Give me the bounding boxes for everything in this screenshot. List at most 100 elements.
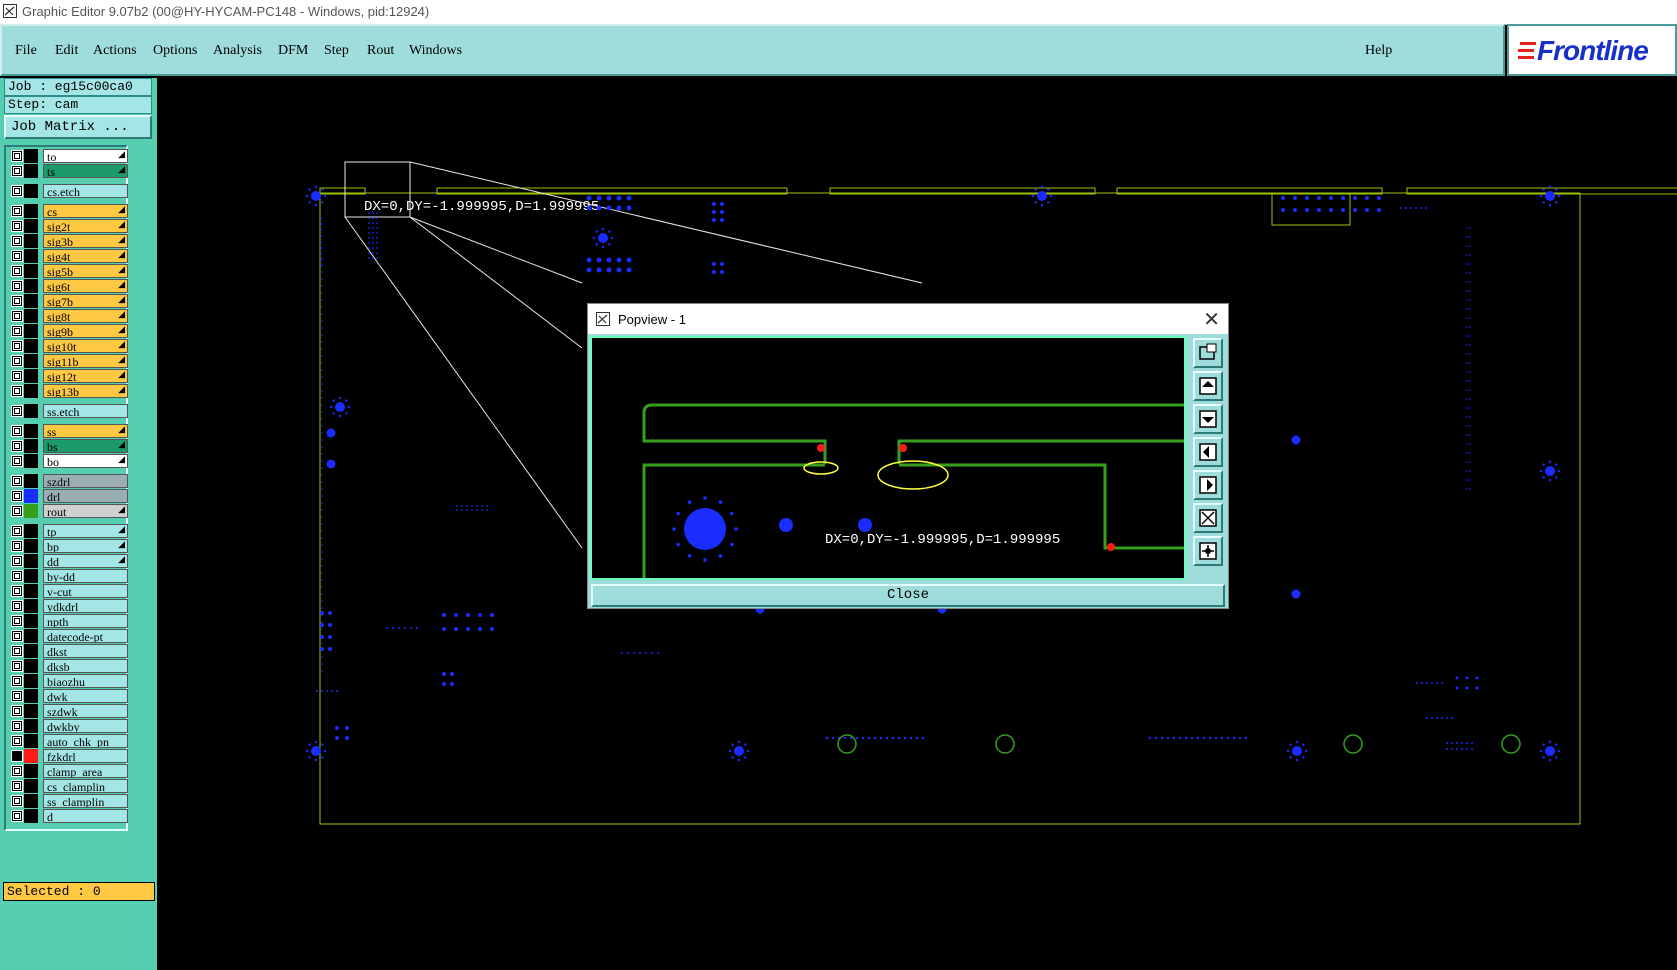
- layer-name[interactable]: dwkby: [43, 719, 128, 733]
- job-matrix-button[interactable]: Job Matrix ...: [4, 115, 152, 139]
- layer-row[interactable]: bp ◢: [6, 539, 128, 553]
- layer-color-swatch[interactable]: [24, 489, 38, 503]
- layer-color-swatch[interactable]: [24, 614, 38, 628]
- layer-name[interactable]: npth: [43, 614, 128, 628]
- layer-color-swatch[interactable]: [24, 354, 38, 368]
- layer-color-swatch[interactable]: [24, 809, 38, 823]
- menu-dfm[interactable]: DFM: [278, 43, 308, 59]
- zoom-box-button[interactable]: [1193, 338, 1223, 368]
- layer-name[interactable]: cs.etch: [43, 184, 128, 198]
- layer-checkbox[interactable]: [12, 356, 22, 366]
- pan-right-button[interactable]: [1193, 470, 1223, 500]
- layer-name[interactable]: rout: [43, 504, 128, 518]
- layer-color-swatch[interactable]: [24, 674, 38, 688]
- layer-name[interactable]: biaozhu: [43, 674, 128, 688]
- layer-color-swatch[interactable]: [24, 659, 38, 673]
- layer-checkbox[interactable]: [12, 526, 22, 536]
- layer-name[interactable]: sig10t: [43, 339, 128, 353]
- layer-name[interactable]: cs: [43, 204, 128, 218]
- layer-color-swatch[interactable]: [24, 309, 38, 323]
- layer-name[interactable]: sig8t: [43, 309, 128, 323]
- layer-name[interactable]: v-cut: [43, 584, 128, 598]
- layer-color-swatch[interactable]: [24, 629, 38, 643]
- layer-checkbox[interactable]: [12, 296, 22, 306]
- layer-row[interactable]: cs_clamplin: [6, 779, 128, 793]
- layer-row[interactable]: dd ◢: [6, 554, 128, 568]
- layer-name[interactable]: fzkdrl: [43, 749, 128, 763]
- layer-checkbox[interactable]: [12, 736, 22, 746]
- layer-checkbox[interactable]: [12, 796, 22, 806]
- layer-row[interactable]: bo ◢: [6, 454, 128, 468]
- close-button[interactable]: Close: [591, 584, 1225, 607]
- layer-name[interactable]: bs: [43, 439, 128, 453]
- layer-name[interactable]: sig13b: [43, 384, 128, 398]
- layer-checkbox[interactable]: [12, 751, 22, 761]
- layer-name[interactable]: ss_clamplin: [43, 794, 128, 808]
- layer-checkbox[interactable]: [12, 386, 22, 396]
- layer-color-swatch[interactable]: [24, 324, 38, 338]
- layer-row[interactable]: sig10t ◢: [6, 339, 128, 353]
- pan-left-button[interactable]: [1193, 437, 1223, 467]
- menu-rout[interactable]: Rout: [367, 43, 394, 59]
- layer-color-swatch[interactable]: [24, 779, 38, 793]
- layer-row[interactable]: biaozhu: [6, 674, 128, 688]
- menu-options[interactable]: Options: [153, 43, 197, 59]
- layer-color-swatch[interactable]: [24, 369, 38, 383]
- layer-checkbox[interactable]: [12, 766, 22, 776]
- layer-color-swatch[interactable]: [24, 569, 38, 583]
- layer-row[interactable]: dwkby: [6, 719, 128, 733]
- menu-windows[interactable]: Windows: [409, 43, 462, 59]
- layer-color-swatch[interactable]: [24, 734, 38, 748]
- layer-checkbox[interactable]: [12, 616, 22, 626]
- layer-row[interactable]: clamp_area: [6, 764, 128, 778]
- layer-name[interactable]: sig5b: [43, 264, 128, 278]
- layer-name[interactable]: d: [43, 809, 128, 823]
- menu-step[interactable]: Step: [324, 43, 349, 59]
- layer-color-swatch[interactable]: [24, 234, 38, 248]
- layer-row[interactable]: sig9b ◢: [6, 324, 128, 338]
- layer-name[interactable]: cs_clamplin: [43, 779, 128, 793]
- layer-checkbox[interactable]: [12, 281, 22, 291]
- layer-checkbox[interactable]: [12, 541, 22, 551]
- layer-checkbox[interactable]: [12, 811, 22, 821]
- layer-color-swatch[interactable]: [24, 794, 38, 808]
- layer-row[interactable]: dwk: [6, 689, 128, 703]
- layer-row[interactable]: ss_clamplin: [6, 794, 128, 808]
- layer-row[interactable]: rout ◢: [6, 504, 128, 518]
- layer-checkbox[interactable]: [12, 476, 22, 486]
- layer-checkbox[interactable]: [12, 601, 22, 611]
- layer-color-swatch[interactable]: [24, 339, 38, 353]
- layer-name[interactable]: sig2t: [43, 219, 128, 233]
- layer-color-swatch[interactable]: [24, 524, 38, 538]
- layer-color-swatch[interactable]: [24, 264, 38, 278]
- layer-color-swatch[interactable]: [24, 764, 38, 778]
- layer-name[interactable]: bo: [43, 454, 128, 468]
- layer-checkbox[interactable]: [12, 676, 22, 686]
- layer-row[interactable]: cs ◢: [6, 204, 128, 218]
- layer-checkbox[interactable]: [12, 236, 22, 246]
- layer-row[interactable]: sig2t ◢: [6, 219, 128, 233]
- layer-row[interactable]: v-cut: [6, 584, 128, 598]
- layer-color-swatch[interactable]: [24, 719, 38, 733]
- layer-row[interactable]: sig6t ◢: [6, 279, 128, 293]
- layer-checkbox[interactable]: [12, 406, 22, 416]
- layer-checkbox[interactable]: [12, 251, 22, 261]
- layer-name[interactable]: sig3b: [43, 234, 128, 248]
- layer-name[interactable]: sig7b: [43, 294, 128, 308]
- layer-checkbox[interactable]: [12, 556, 22, 566]
- layer-color-swatch[interactable]: [24, 749, 38, 763]
- layer-color-swatch[interactable]: [24, 279, 38, 293]
- layer-row[interactable]: sig3b ◢: [6, 234, 128, 248]
- menu-file[interactable]: File: [15, 43, 37, 59]
- layer-color-swatch[interactable]: [24, 384, 38, 398]
- layer-name[interactable]: auto_chk_pn: [43, 734, 128, 748]
- layer-row[interactable]: d: [6, 809, 128, 823]
- pan-down-button[interactable]: [1193, 404, 1223, 434]
- layer-color-swatch[interactable]: [24, 539, 38, 553]
- layer-checkbox[interactable]: [12, 506, 22, 516]
- layer-row[interactable]: drl: [6, 489, 128, 503]
- layer-checkbox[interactable]: [12, 311, 22, 321]
- layer-row[interactable]: szdrl: [6, 474, 128, 488]
- layer-checkbox[interactable]: [12, 491, 22, 501]
- layer-name[interactable]: bp: [43, 539, 128, 553]
